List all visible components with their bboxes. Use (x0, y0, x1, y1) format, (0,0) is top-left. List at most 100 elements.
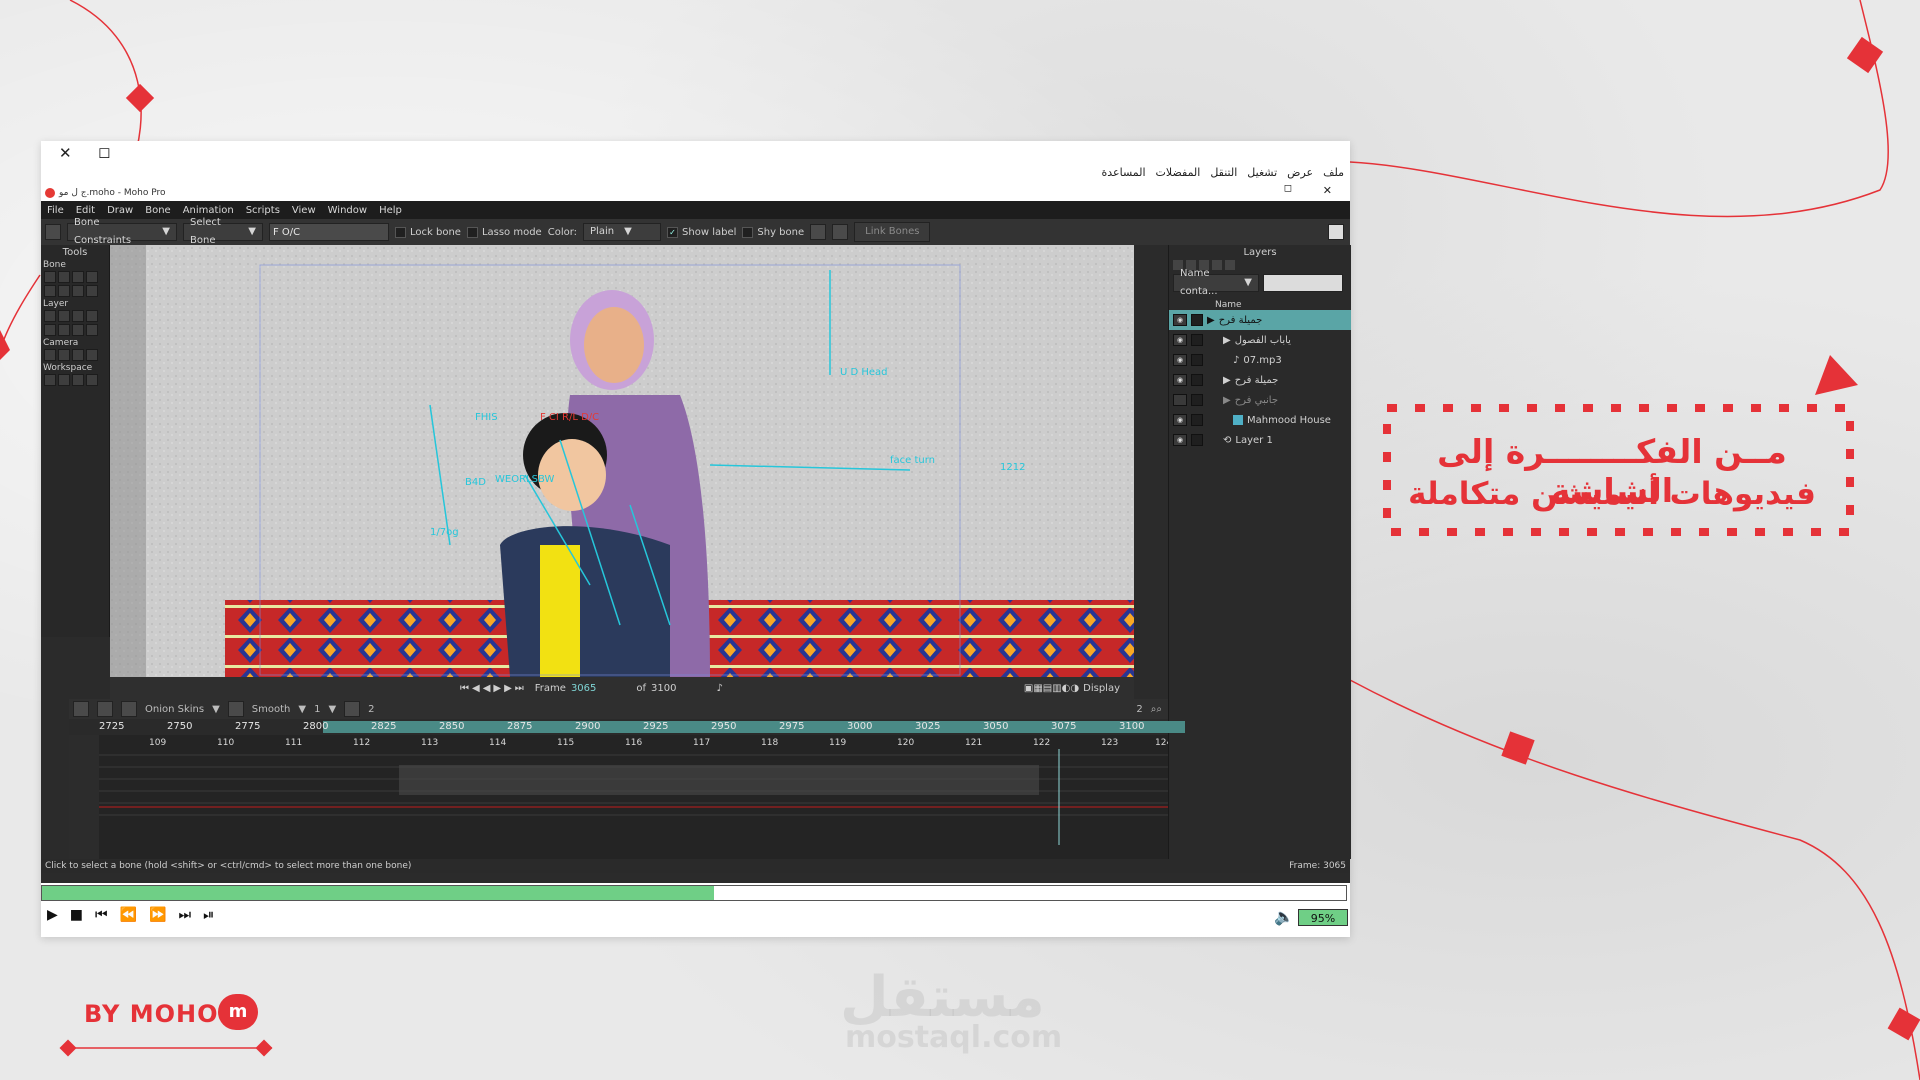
eye-icon[interactable]: ◉ (1173, 334, 1187, 346)
layer-perspective-tool-icon[interactable] (58, 324, 70, 336)
color-dropdown[interactable]: Plain ▼ (583, 223, 662, 241)
rewind-icon[interactable]: ⏪ (120, 907, 137, 923)
layer-filter-input[interactable] (1263, 274, 1343, 292)
bone-name-field[interactable]: F O/C (269, 223, 389, 241)
lasso-mode-checkbox[interactable]: Lasso mode (466, 226, 542, 238)
menu-view-ar[interactable]: عرض (1287, 166, 1313, 179)
volume-icon[interactable]: 🔈 (1274, 907, 1294, 926)
layer-row[interactable]: ▶ جانبي فرح (1169, 390, 1351, 410)
flip-v-icon[interactable] (832, 224, 849, 240)
eye-icon[interactable]: ◉ (1173, 374, 1187, 386)
flip-layer-tool-icon[interactable] (86, 310, 98, 322)
total-frames-field[interactable]: 3100 (651, 683, 676, 694)
interpolation-value[interactable]: 1 (314, 704, 320, 715)
layer-row[interactable]: ◉ ▶ جميلة فرح (1169, 310, 1351, 330)
zoom-value[interactable]: 2 (1136, 704, 1142, 715)
layer-row[interactable]: ◉ ▶ ياباب الفصول (1169, 330, 1351, 350)
visibility-box[interactable] (1191, 314, 1203, 326)
play-icon[interactable]: ▶ (47, 907, 58, 923)
shy-bone-checkbox[interactable]: Shy bone (742, 226, 804, 238)
reparent-bone-tool-icon[interactable] (58, 285, 70, 297)
timeline-ruler[interactable]: 2725 2750 2775 2800 2825 2850 2875 2900 … (69, 719, 1185, 735)
timeline-tool-icon[interactable] (97, 701, 113, 717)
skip-start-icon[interactable]: ⏮ (95, 907, 108, 923)
menu-file-ar[interactable]: ملف (1323, 166, 1344, 179)
playback-mini-controls[interactable]: ⏮◀◀▶▶⏭ (460, 683, 527, 694)
eye-icon[interactable]: ◉ (1173, 414, 1187, 426)
layer-row[interactable]: ◉ ♪ 07.mp3 (1169, 350, 1351, 370)
eyedropper-tool-icon[interactable] (86, 324, 98, 336)
menu-help-ar[interactable]: المساعدة (1102, 166, 1146, 179)
layer-row[interactable]: ◉ Mahmood House (1169, 410, 1351, 430)
visibility-box[interactable] (1191, 334, 1203, 346)
inner-close-icon[interactable]: ✕ (1323, 184, 1332, 197)
panel-toggle-icon[interactable] (1328, 224, 1344, 240)
layer-row[interactable]: ◉ ⟲ Layer 1 (1169, 430, 1351, 450)
visibility-box[interactable] (1191, 394, 1203, 406)
bone-strength-tool-icon[interactable] (72, 285, 84, 297)
show-label-checkbox[interactable]: ✓ Show label (667, 226, 736, 238)
eye-icon[interactable]: ◉ (1173, 354, 1187, 366)
timeline-tool-icon[interactable] (344, 701, 361, 717)
select-bone-dropdown[interactable]: Select Bone ▼ (183, 217, 263, 246)
scale-bone-tool-icon[interactable] (72, 271, 84, 283)
interpolation-dropdown[interactable]: Smooth (252, 704, 291, 715)
timeline-tool-icon[interactable] (227, 701, 244, 717)
visibility-box[interactable] (1191, 354, 1203, 366)
manipulate-bones-tool-icon[interactable] (86, 285, 98, 297)
transform-layer-tool-icon[interactable] (44, 310, 56, 322)
timeline-tracks[interactable]: 109 110 111 112 113 114 115 116 117 118 … (69, 735, 1168, 859)
menu-navigate-ar[interactable]: التنقل (1210, 166, 1237, 179)
track-camera-tool-icon[interactable] (44, 349, 56, 361)
menu-run-ar[interactable]: تشغيل (1247, 166, 1277, 179)
rotate-workspace-tool-icon[interactable] (72, 374, 84, 386)
shear-layer-tool-icon[interactable] (44, 324, 56, 336)
close-icon[interactable]: ✕ (59, 144, 72, 162)
add-bone-tool-icon[interactable] (44, 285, 56, 297)
zoom-camera-tool-icon[interactable] (58, 349, 70, 361)
menu-help[interactable]: Help (379, 205, 402, 216)
menu-file[interactable]: File (47, 205, 64, 216)
zoom-level[interactable]: 95% (1298, 909, 1348, 926)
stop-icon[interactable]: ■ (70, 907, 83, 923)
stage-canvas[interactable]: U D Head FHIS F CI R/L D/C face turn 121… (110, 245, 1134, 677)
step-value[interactable]: 2 (368, 704, 374, 715)
display-quality-icons[interactable]: ▣▦▤▥◐◑ (1024, 683, 1079, 694)
translate-bone-tool-icon[interactable] (58, 271, 70, 283)
audio-icon[interactable]: ♪ (716, 683, 722, 694)
pan-workspace-tool-icon[interactable] (44, 374, 56, 386)
visibility-box[interactable] (1191, 434, 1203, 446)
menu-window[interactable]: Window (328, 205, 367, 216)
skip-end-icon[interactable]: ⏭ (179, 907, 192, 923)
menu-scripts[interactable]: Scripts (246, 205, 280, 216)
timeline-tool-icon[interactable] (121, 701, 137, 717)
eye-icon[interactable] (1173, 394, 1187, 406)
menu-favorites-ar[interactable]: المفضلات (1156, 166, 1201, 179)
eye-icon[interactable]: ◉ (1173, 434, 1187, 446)
playback-progress-bar[interactable] (41, 885, 1347, 901)
visibility-box[interactable] (1191, 374, 1203, 386)
step-forward-icon[interactable]: ⏯ (203, 907, 214, 923)
lock-bone-checkbox[interactable]: Lock bone (395, 226, 461, 238)
eye-icon[interactable]: ◉ (1173, 314, 1187, 326)
inner-restore-icon[interactable]: ◻ (1284, 183, 1292, 194)
visibility-box[interactable] (1191, 414, 1203, 426)
link-bones-button[interactable]: Link Bones (854, 222, 931, 242)
orbit-workspace-tool-icon[interactable] (86, 374, 98, 386)
select-bone-tool-icon[interactable] (44, 271, 56, 283)
switch-layer-tool-icon[interactable] (72, 324, 84, 336)
zoom-icon[interactable]: ⌕⌕ (1151, 704, 1162, 715)
onion-skins-dropdown[interactable]: Onion Skins (145, 704, 204, 715)
flip-h-icon[interactable] (810, 224, 827, 240)
rotate-layer-tool-icon[interactable] (72, 310, 84, 322)
layer-filter-dropdown[interactable]: Name conta... ▼ (1173, 268, 1259, 297)
set-origin-tool-icon[interactable] (58, 310, 70, 322)
fast-forward-icon[interactable]: ⏩ (149, 907, 166, 923)
zoom-workspace-tool-icon[interactable] (58, 374, 70, 386)
timeline-tool-icon[interactable] (73, 701, 89, 717)
frame-field[interactable]: 3065 (571, 683, 596, 694)
rotate-bone-tool-icon[interactable] (86, 271, 98, 283)
bone-constraints-dropdown[interactable]: Bone Constraints ▼ (67, 217, 177, 246)
display-dropdown[interactable]: Display (1083, 683, 1120, 694)
menu-view[interactable]: View (292, 205, 316, 216)
